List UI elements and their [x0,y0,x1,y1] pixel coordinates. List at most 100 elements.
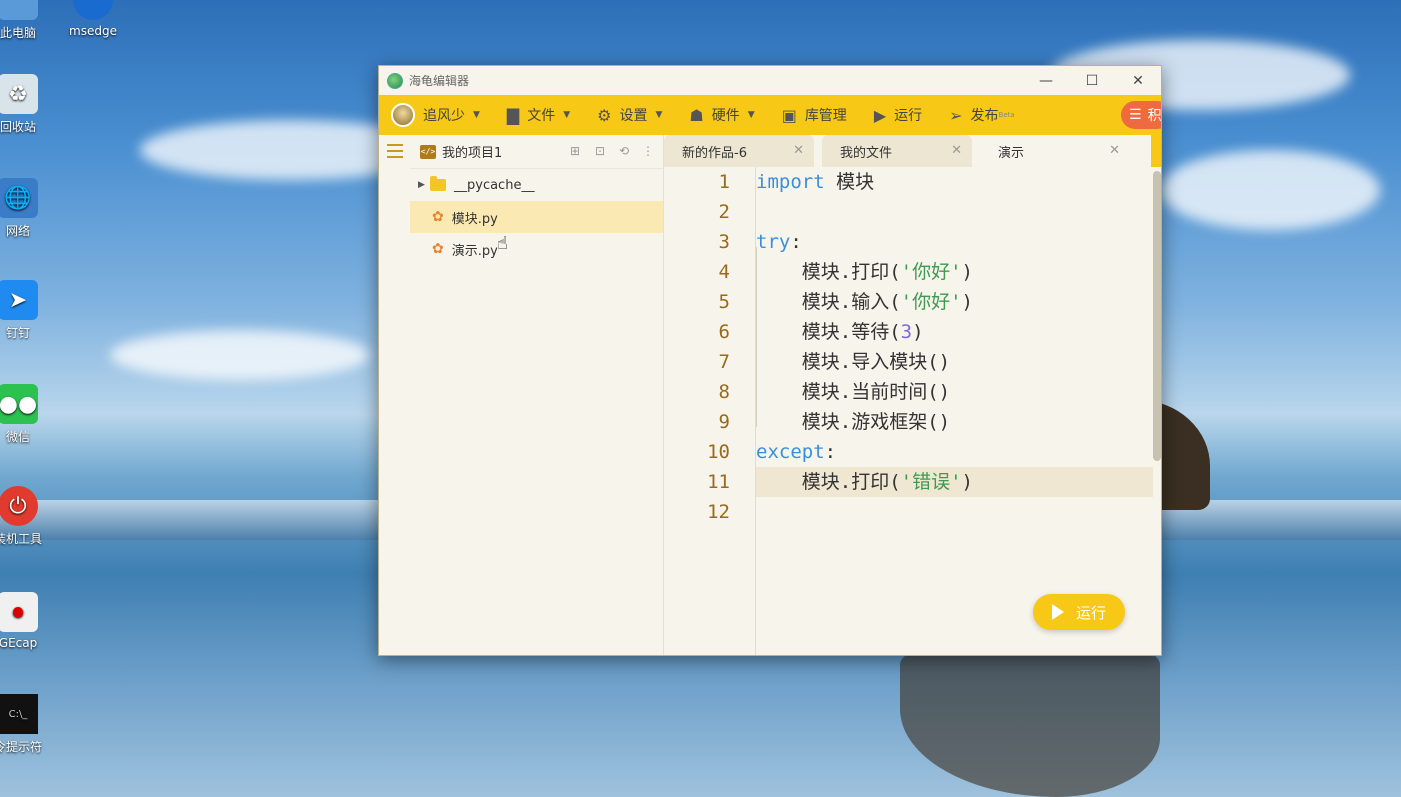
settings-menu[interactable]: ⚙ 设置 ▼ [597,105,662,125]
new-folder-icon[interactable]: ⊡ [593,144,607,158]
line-number-gutter: 1 2 3 4 5 6 7 8 9 10 11 12 [664,167,756,655]
code-text: 模块.打印( [756,471,901,493]
close-icon[interactable]: ✕ [1109,143,1120,158]
hardware-menu[interactable]: ☗ 硬件 ▼ [689,105,754,125]
close-icon[interactable]: ✕ [793,143,804,158]
pill-icon: ☰ [1129,107,1142,123]
minimize-button[interactable]: — [1023,66,1069,95]
more-options-icon[interactable]: ⋮ [641,144,655,158]
editor-window: 海龟编辑器 — ☐ ✕ 追风少 ▼ ▇ 文件 ▼ ⚙ 设置 ▼ ☗ 硬件 ▼ ▣… [378,65,1162,656]
code-text: 模块.打印( [756,261,901,283]
desktop-icon-recycle-bin[interactable]: ♻ 回收站 [0,74,48,135]
tree-item-pycache[interactable]: ▶ __pycache__ [410,169,663,201]
settings-menu-label: 设置 [619,108,648,124]
chevron-down-icon: ▼ [473,110,480,120]
user-menu[interactable]: 追风少 ▼ [391,103,480,127]
play-circle-icon: ▶ [873,105,887,125]
refresh-icon[interactable]: ⟲ [617,144,631,158]
code-text: : [790,231,802,253]
publish-label: 发布 [970,108,999,124]
run-button[interactable]: 运行 [1033,594,1125,630]
line-number: 2 [718,201,730,223]
desktop-icon-label: 网络 [5,224,30,238]
keyword: import [756,171,825,193]
tree-item-label: 模块.py [451,211,498,227]
line-number: 10 [707,441,730,463]
file-menu[interactable]: ▇ 文件 ▼ [507,105,570,125]
code-folder-icon: </> [420,144,436,159]
desktop-icon-msedge[interactable]: msedge [63,0,123,38]
code-line: 模块.游戏框架() [756,411,951,433]
cloud [1160,150,1380,230]
recycle-bin-icon: ♻ [0,74,38,114]
new-file-icon[interactable]: ⊞ [568,144,582,158]
run-toolbar-button[interactable]: ▶ 运行 [874,105,922,125]
desktop-icon-gifcap[interactable]: ⏺ GEcap [0,592,48,650]
toolbar: 追风少 ▼ ▇ 文件 ▼ ⚙ 设置 ▼ ☗ 硬件 ▼ ▣ 库管理 ▶ 运行 ➢ … [379,95,1161,135]
code-text: ) [961,261,973,283]
workspace: </> 我的项目1 ⊞ ⊡ ⟲ ⋮ ▶ __pycache__ ✿ 模块.py … [379,135,1161,655]
file-menu-label: 文件 [527,108,556,124]
inbox-icon: ▣ [781,105,797,125]
terminal-icon: C:\_ [0,694,38,734]
user-name: 追风少 [423,108,465,124]
extra-pill-button[interactable]: ☰ 积 [1121,101,1162,129]
desktop-icon-this-pc[interactable]: 此电脑 [0,0,48,41]
publish-button[interactable]: ➢ 发布 Beta [949,105,1015,125]
run-toolbar-label: 运行 [894,108,923,124]
library-label: 库管理 [804,108,847,124]
tab-label: 演示 [998,145,1025,161]
chevron-down-icon: ▼ [655,110,663,120]
send-icon: ➢ [949,105,963,125]
code-line-current: 模块.打印('错误') [756,467,1153,497]
avatar [391,103,415,127]
robot-icon: ☗ [689,105,704,125]
desktop-icon-dingtalk[interactable]: ➤ 钉钉 [0,280,48,341]
desktop-icon-cmd[interactable]: C:\_ 令提示符 [0,694,48,755]
hamburger-menu-icon[interactable] [387,144,403,158]
string-literal: '你好' [900,261,962,283]
code-line: import 模块 [756,167,1153,197]
tab-demo[interactable]: 演示 ✕ [980,135,1130,167]
maximize-button[interactable]: ☐ [1069,66,1115,95]
hand-cursor-icon: ☝ [497,233,508,254]
tree-item-demo-py[interactable]: ✿ 演示.py [410,233,663,265]
edge-icon [73,0,113,20]
code-area[interactable]: import 模块 try: 模块.打印('你好') 模块.输入('你好') 模… [756,167,1153,655]
line-number: 4 [718,261,730,283]
line-number: 1 [718,171,730,193]
close-icon[interactable]: ✕ [951,143,962,158]
tree-item-label: __pycache__ [454,177,535,193]
code-line: except: [756,437,1153,467]
library-button[interactable]: ▣ 库管理 [782,105,847,125]
code-editor: 新的作品-6 ✕ 我的文件 ✕ 演示 ✕ 1 2 3 4 5 6 7 8 9 1… [664,135,1161,655]
tab-my-files[interactable]: 我的文件 ✕ [822,135,972,167]
code-line: 模块.导入模块() [756,351,951,373]
close-button[interactable]: ✕ [1115,66,1161,95]
desktop-icon-network[interactable]: 🌐 网络 [0,178,48,239]
keyword: except [756,441,825,463]
tab-new-work-6[interactable]: 新的作品-6 ✕ [664,135,814,167]
installer-icon: ⏻ [0,486,38,526]
string-literal: '错误' [900,471,962,493]
wechat-icon: ●● [0,384,38,424]
tree-item-module-py[interactable]: ✿ 模块.py [410,201,663,233]
play-icon [1051,604,1064,620]
turtle-logo-icon [387,72,403,89]
desktop-icon-installer[interactable]: ⏻ 装机工具 [0,486,48,547]
tree-item-label: 演示.py [451,243,498,259]
vertical-scrollbar[interactable] [1153,171,1161,461]
chevron-down-icon: ▼ [747,110,755,120]
extra-label: 积 [1147,108,1162,124]
rock-reflection [900,650,1160,797]
desktop-icon-label: 微信 [5,430,30,444]
desktop-icon-wechat[interactable]: ●● 微信 [0,384,48,445]
code-text: ) [912,321,924,343]
dingtalk-icon: ➤ [0,280,38,320]
code-line: 模块.当前时间() [756,381,951,403]
run-button-label: 运行 [1075,603,1106,622]
project-name: 我的项目1 [442,146,503,161]
code-line: try: [756,227,1153,257]
